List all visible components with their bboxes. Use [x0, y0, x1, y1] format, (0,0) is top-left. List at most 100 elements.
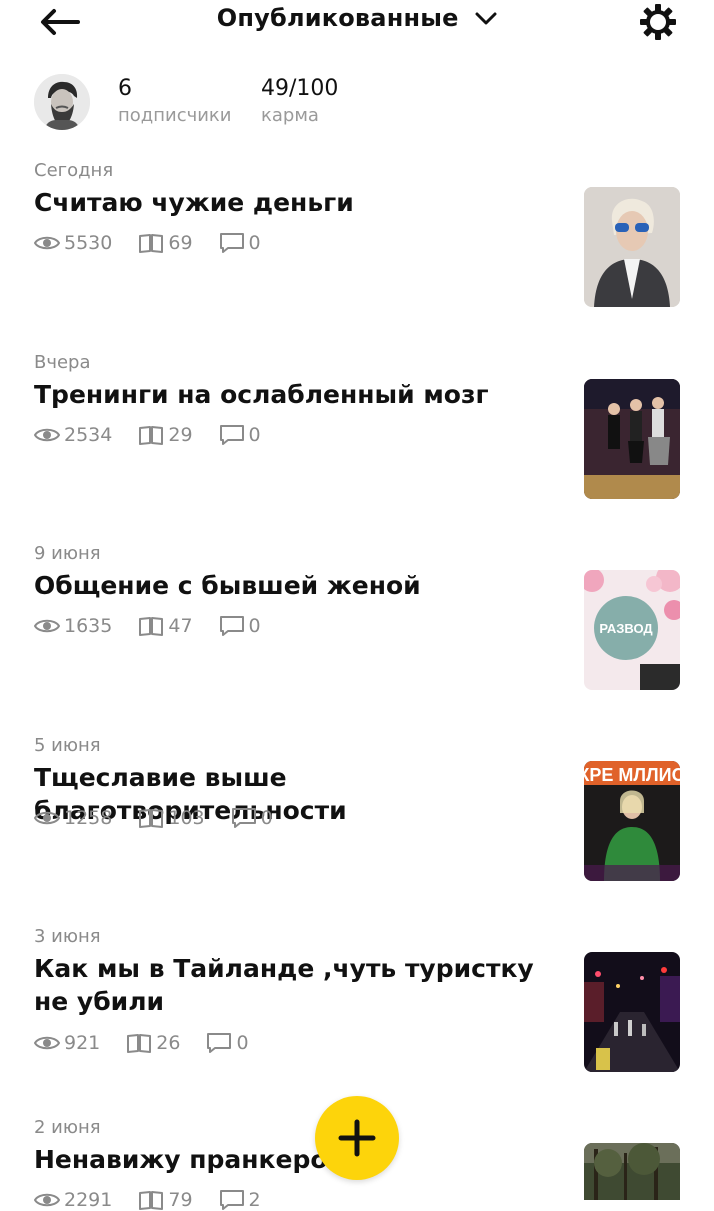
eye-icon	[34, 236, 60, 250]
page-title: Опубликованные	[216, 4, 459, 32]
post-thumbnail: КРЕ МЛЛИО	[584, 761, 680, 881]
karma-stat[interactable]: 49/100 карма	[261, 76, 338, 126]
comments-count: 0	[260, 807, 273, 829]
eye-icon	[34, 1036, 60, 1050]
reads-count: 69	[168, 232, 193, 254]
karma-label: карма	[261, 105, 319, 126]
post-metrics: 2534 29 0	[34, 424, 261, 446]
book-icon	[139, 426, 164, 445]
post-date: 5 июня	[34, 735, 101, 756]
comment-icon	[207, 1033, 232, 1053]
comment-icon	[219, 1190, 244, 1210]
post-title: Как мы в Тайланде ,чуть туристку не убил…	[34, 954, 534, 1016]
post-item[interactable]: Вчера Тренинги на ослабленный мозг 2534 …	[34, 352, 680, 512]
subscribers-label: подписчики	[118, 105, 232, 126]
post-item[interactable]: 3 июня Как мы в Тайланде ,чуть туристку …	[34, 926, 680, 1086]
gear-icon	[640, 4, 676, 40]
post-item[interactable]: 9 июня Общение с бывшей женой 1635 47 0 …	[34, 543, 680, 703]
thumbnail-caption: РАЗВОД	[599, 621, 653, 636]
post-date: Вчера	[34, 352, 91, 373]
post-date: 3 июня	[34, 926, 101, 947]
thumbnail-caption: КРЕ МЛЛИО	[584, 765, 680, 785]
views-count: 921	[64, 1032, 101, 1054]
post-date: 2 июня	[34, 1117, 101, 1138]
comment-icon	[219, 616, 244, 636]
book-icon	[139, 234, 164, 253]
post-metrics: 921 26 0	[34, 1032, 249, 1054]
reads-metric: 103	[138, 807, 205, 829]
subscribers-stat[interactable]: 6 подписчики	[118, 76, 232, 126]
views-count: 1635	[64, 615, 113, 637]
views-metric: 2291	[34, 1189, 112, 1211]
book-icon	[139, 1191, 164, 1210]
comment-icon	[231, 808, 256, 828]
comments-count: 0	[236, 1032, 249, 1054]
views-count: 2291	[64, 1189, 113, 1211]
plus-icon	[338, 1119, 376, 1157]
post-thumbnail	[584, 1143, 680, 1200]
comments-count: 0	[248, 232, 261, 254]
subscribers-count: 6	[118, 76, 132, 101]
divorce-flowers-photo: РАЗВОД	[584, 570, 680, 690]
eye-icon	[34, 619, 60, 633]
woman-sunglasses-photo	[584, 187, 680, 307]
post-metrics: 2291 79 2	[34, 1189, 261, 1211]
post-title: Общение с бывшей женой	[34, 571, 421, 600]
comments-metric: 0	[219, 615, 261, 637]
book-icon	[139, 617, 164, 636]
comments-metric: 0	[219, 232, 261, 254]
post-date: Сегодня	[34, 160, 114, 181]
post-title: Считаю чужие деньги	[34, 188, 354, 217]
reads-count: 29	[168, 424, 193, 446]
post-metrics: 1258 103 0	[34, 807, 273, 829]
tv-show-woman-photo: КРЕ МЛЛИО	[584, 761, 680, 881]
settings-button[interactable]	[638, 2, 678, 42]
karma-value: 49/100	[261, 76, 339, 101]
book-icon	[127, 1034, 152, 1053]
profile-summary: 6 подписчики 49/100 карма	[34, 74, 694, 134]
views-metric: 1635	[34, 615, 112, 637]
eye-icon	[34, 1193, 60, 1207]
reads-metric: 47	[138, 615, 193, 637]
post-date: 9 июня	[34, 543, 101, 564]
comments-metric: 0	[206, 1032, 249, 1054]
views-count: 2534	[64, 424, 113, 446]
comments-count: 0	[248, 615, 261, 637]
comments-metric: 2	[219, 1189, 261, 1211]
comment-icon	[219, 233, 244, 253]
bearded-man-avatar	[34, 74, 90, 130]
views-metric: 2534	[34, 424, 112, 446]
post-item[interactable]: 5 июня Тщеславие выше благотворительност…	[34, 735, 680, 895]
page-title-dropdown[interactable]: Опубликованные	[0, 4, 714, 32]
comments-count: 0	[248, 424, 261, 446]
avatar[interactable]	[34, 74, 90, 130]
post-metrics: 1635 47 0	[34, 615, 261, 637]
eye-icon	[34, 428, 60, 442]
reads-count: 47	[168, 615, 193, 637]
post-thumbnail	[584, 952, 680, 1072]
post-title: Ненавижу пранкеров	[34, 1145, 344, 1174]
reads-metric: 69	[138, 232, 193, 254]
reads-count: 103	[168, 807, 205, 829]
views-count: 1258	[64, 807, 113, 829]
reads-count: 79	[168, 1189, 193, 1211]
comment-icon	[219, 425, 244, 445]
night-street-photo	[584, 952, 680, 1072]
post-metrics: 5530 69 0	[34, 232, 261, 254]
stage-women-photo	[584, 379, 680, 499]
views-metric: 5530	[34, 232, 112, 254]
comments-metric: 0	[231, 807, 273, 829]
add-post-button[interactable]	[315, 1096, 399, 1180]
comments-count: 2	[248, 1189, 261, 1211]
eye-icon	[34, 811, 60, 825]
post-thumbnail	[584, 379, 680, 499]
top-bar: Опубликованные	[0, 0, 714, 44]
reads-metric: 79	[138, 1189, 193, 1211]
book-icon	[139, 809, 164, 828]
post-title: Тренинги на ослабленный мозг	[34, 380, 489, 409]
reads-metric: 26	[126, 1032, 180, 1054]
chevron-down-icon	[475, 12, 497, 25]
post-item[interactable]: Сегодня Считаю чужие деньги 5530 69 0	[34, 160, 680, 320]
views-count: 5530	[64, 232, 113, 254]
post-thumbnail	[584, 187, 680, 307]
